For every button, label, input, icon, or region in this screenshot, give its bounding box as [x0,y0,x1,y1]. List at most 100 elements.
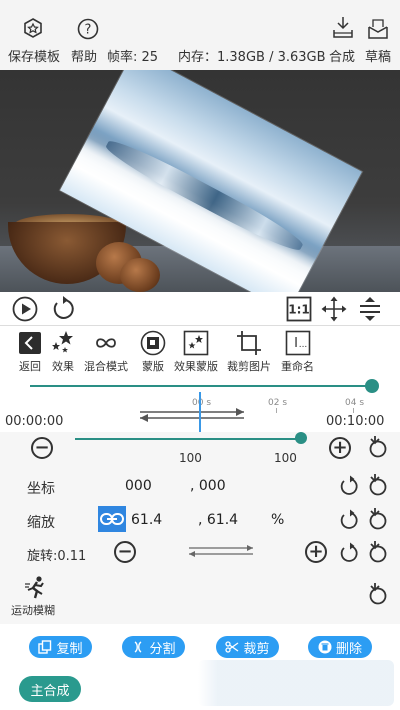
position-y-value[interactable]: , 000 [190,478,226,494]
move-arrows-icon [321,296,347,322]
delete-button[interactable]: 删除 [308,636,372,658]
replay-icon [53,296,74,319]
draft-button[interactable] [367,18,389,40]
rotation-reset-icon[interactable] [339,542,359,564]
back-icon [19,332,41,354]
properties-panel: − 100 100 + 坐标 000 , 000 缩放 61.4 , 61.4 … [0,432,400,624]
top-toolbar: 保存模板 ? 帮助 帧率: 25 内存：1.38GB / 3.63GB 合成 草… [0,0,400,72]
fx-crop-image-button[interactable]: 裁剪图片 [227,330,271,374]
split-icon [135,641,142,653]
preview-walnut [120,258,160,292]
mask-icon [140,330,166,356]
sparkle-icon [52,331,73,353]
rename-icon: I ... [285,330,310,356]
timeline-tick-label: 04 s [345,398,365,408]
timeline-end-time: 00:10:00 [326,414,385,429]
opacity-track[interactable] [75,438,306,440]
copy-button[interactable]: 复制 [29,636,92,658]
opacity-value-left: 100 [179,451,202,465]
fx-mask-label: 蒙版 [142,360,164,373]
video-preview[interactable] [0,70,400,292]
svg-text:I: I [294,336,298,351]
fx-effect-mask-button[interactable]: 效果蒙版 [174,330,218,374]
crop-icon [237,331,261,355]
compose-icon [333,17,353,38]
cut-label: 裁剪 [243,641,270,657]
rotation-decrease-button[interactable]: − [114,541,136,563]
opacity-decrease-button[interactable]: − [31,437,53,459]
save-template-label[interactable]: 保存模板 [8,46,60,65]
position-reset-icon[interactable] [339,475,359,497]
scale-lock-toggle[interactable] [98,506,126,532]
scale-reset-icon[interactable] [339,509,359,531]
rotation-increase-button[interactable]: + [305,541,327,563]
replay-button[interactable] [51,295,75,321]
aspect-ratio-icon: 1:1 [286,296,312,322]
copy-icon [38,640,52,654]
fx-rename-button[interactable]: I ... 重命名 [281,330,314,374]
timeline-progress-knob[interactable] [365,379,379,393]
help-icon: ? [77,18,99,40]
timeline-clip-range-handle[interactable] [136,404,248,426]
motion-blur-keyframe-icon[interactable] [367,582,389,606]
timeline-tick-label: 02 s [268,398,288,408]
toolbar-divider [0,325,400,326]
trash-icon [318,640,332,654]
rotation-adjust-arrows[interactable] [186,544,256,558]
svg-text:?: ? [85,23,92,38]
compose-top-label[interactable]: 合成 [329,46,355,65]
rotation-label: 旋转:0.11 [27,549,87,564]
svg-text:1:1: 1:1 [288,303,310,317]
fx-back-label: 返回 [19,360,41,373]
main-compose-label: 主合成 [30,683,70,699]
save-template-button[interactable] [23,18,43,38]
main-compose-button[interactable]: 主合成 [19,676,81,702]
fx-mask-button[interactable]: 蒙版 [140,330,166,374]
scissors-icon [225,641,239,653]
fx-blend-mode-button[interactable]: 混合模式 [84,330,128,374]
fx-effect-label: 效果 [52,360,74,373]
play-button[interactable] [12,296,38,322]
help-button[interactable]: ? [77,18,99,40]
rotation-keyframe-icon[interactable] [367,540,389,564]
opacity-increase-button[interactable]: + [329,437,351,459]
link-icon [100,513,124,525]
scale-x-value[interactable]: 61.4 [131,512,162,528]
opacity-value-right: 100 [274,451,297,465]
scale-unit: % [271,512,285,528]
help-label[interactable]: 帮助 [71,46,97,65]
fx-blend-mode-label: 混合模式 [84,360,128,373]
delete-label: 删除 [335,641,362,657]
fx-rename-label: 重命名 [281,360,314,373]
scale-y-value[interactable]: , 61.4 [198,512,238,528]
svg-text:...: ... [298,340,307,350]
watermark-area [198,660,394,706]
position-keyframe-icon[interactable] [367,473,389,497]
compose-top-button[interactable] [332,16,354,40]
copy-label: 复制 [56,641,83,657]
draft-icon [368,19,388,39]
opacity-keyframe-reset-icon[interactable] [367,435,389,459]
timeline-start-time: 00:00:00 [5,414,64,429]
running-figure-icon[interactable] [25,576,47,600]
fx-effect-button[interactable]: 效果 [50,330,76,374]
split-label: 分割 [149,641,176,657]
cut-button[interactable]: 裁剪 [216,636,279,658]
aspect-ratio-button[interactable]: 1:1 [286,296,312,322]
motion-blur-label[interactable]: 运动模糊 [11,602,55,618]
position-x-value[interactable]: 000 [125,478,152,494]
scale-keyframe-icon[interactable] [367,507,389,531]
move-button[interactable] [321,296,347,322]
vertical-align-button[interactable] [358,296,382,322]
timeline-progress-track[interactable] [30,385,372,387]
timeline-tickmark [353,408,354,413]
opacity-knob[interactable] [295,432,308,444]
playback-controls: 1:1 [0,292,400,326]
position-label: 坐标 [27,481,55,497]
fx-effect-mask-label: 效果蒙版 [174,360,218,373]
split-button[interactable]: 分割 [122,636,185,658]
infinity-icon [96,338,116,348]
save-template-icon [24,18,42,38]
fx-back-button[interactable]: 返回 [18,330,42,374]
draft-label[interactable]: 草稿 [365,46,391,65]
